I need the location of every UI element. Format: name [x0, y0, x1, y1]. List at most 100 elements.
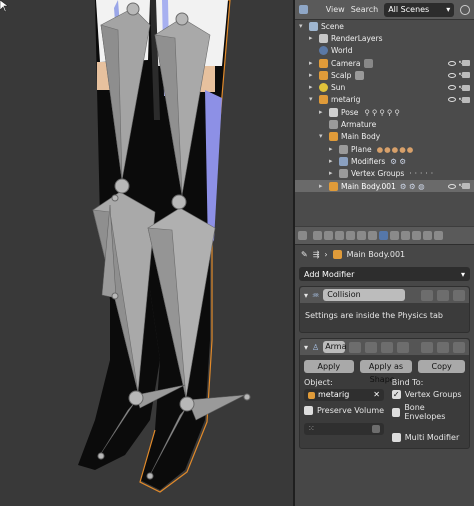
tree-row-scalp[interactable]: ▸ Scalp ↖	[295, 69, 474, 81]
visibility-eye-icon[interactable]	[448, 60, 456, 66]
data-tab-icon[interactable]	[390, 231, 399, 240]
visibility-eye-icon[interactable]	[448, 97, 456, 103]
render-tab-icon[interactable]	[313, 231, 322, 240]
tree-row-vertex-groups[interactable]: ▸ Vertex Groups ·····	[295, 168, 474, 180]
tree-row-modifiers[interactable]: ▸ Modifiers ⚙ ⚙	[295, 155, 474, 167]
armature-name-field[interactable]: Arma	[323, 341, 347, 353]
search-icon[interactable]	[460, 4, 470, 15]
move-down-icon[interactable]	[437, 289, 449, 301]
remove-icon[interactable]	[453, 289, 465, 301]
tree-row-metarig[interactable]: ▾ metarig ↖	[295, 94, 474, 106]
remove-icon[interactable]	[453, 341, 465, 353]
multi-modifier-checkbox[interactable]	[391, 433, 401, 442]
blender-window: View Search All Scenes ▾ ▾ Scene ▸ Rende…	[0, 0, 474, 506]
multi-modifier-row[interactable]: Multi Modifier	[391, 433, 465, 442]
collapse-icon[interactable]: ▾	[299, 22, 306, 30]
collision-icon: ♒	[312, 290, 320, 300]
tree-row-sun[interactable]: ▸ Sun ↖	[295, 81, 474, 93]
render-camera-icon[interactable]	[462, 60, 470, 67]
collapse-icon[interactable]: ▾	[304, 291, 308, 300]
modifier-stack-icons: ⚙ ⚙ ◍	[399, 181, 425, 191]
copy-button[interactable]: Copy	[418, 360, 465, 373]
editor-type-icon[interactable]	[299, 5, 308, 14]
apply-button[interactable]: Apply	[304, 360, 354, 373]
scene-filter-dropdown[interactable]: All Scenes ▾	[384, 2, 455, 17]
collision-panel-header[interactable]: ▾ ♒ Collision	[300, 287, 469, 303]
scene-tab-icon[interactable]	[335, 231, 344, 240]
visibility-eye-icon[interactable]	[448, 85, 456, 91]
collision-modifier-panel: ▾ ♒ Collision Settings are inside the Ph…	[299, 286, 470, 333]
pin-icon[interactable]: ✎	[301, 250, 308, 259]
tree-label: Modifiers	[351, 156, 386, 166]
menu-search[interactable]: Search	[351, 5, 378, 14]
tree-row-pose[interactable]: ▸ Pose ⚲⚲⚲⚲⚲	[295, 106, 474, 118]
world-tab-icon[interactable]	[346, 231, 355, 240]
armature-name: Arma	[325, 342, 347, 351]
physics-tab-icon[interactable]	[434, 231, 443, 240]
expand-icon[interactable]: ▸	[329, 157, 336, 165]
clear-icon[interactable]: ✕	[373, 389, 380, 401]
collapse-icon[interactable]: ▾	[319, 133, 326, 140]
tree-label: World	[331, 46, 353, 56]
render-layers-tab-icon[interactable]	[324, 231, 333, 240]
object-tab-icon[interactable]	[357, 231, 366, 240]
armature-panel-header[interactable]: ▾ ♙ Arma	[300, 339, 469, 355]
apply-as-shape-button[interactable]: Apply as Shape...	[359, 360, 413, 384]
vertex-group-field[interactable]: ⁙	[304, 423, 384, 435]
expand-icon[interactable]: ▸	[329, 170, 336, 177]
bone-envelopes-checkbox[interactable]	[391, 407, 401, 417]
tree-row-main-body-001[interactable]: ▸ Main Body.001 ⚙ ⚙ ◍ ↖	[295, 179, 474, 193]
expand-icon[interactable]: ▸	[319, 182, 326, 190]
preserve-volume-row[interactable]: Preserve Volume	[304, 406, 386, 415]
expand-icon[interactable]: ▸	[329, 145, 336, 153]
material-tab-icon[interactable]	[401, 231, 410, 240]
invert-toggle-icon[interactable]	[372, 425, 380, 433]
editor-type-icon[interactable]	[298, 231, 307, 240]
tree-row-plane[interactable]: ▸ Plane ●●●●●	[295, 143, 474, 155]
collapse-icon[interactable]: ▾	[304, 343, 308, 352]
particles-tab-icon[interactable]	[423, 231, 432, 240]
tree-row-armature[interactable]: Armature	[295, 118, 474, 130]
menu-view[interactable]: View	[326, 5, 345, 14]
tree-row-main-body[interactable]: ▾ Main Body	[295, 131, 474, 143]
object-field[interactable]: metarig ✕	[304, 389, 384, 401]
vertex-groups-icon	[339, 169, 348, 179]
add-modifier-dropdown[interactable]: Add Modifier ▾	[299, 267, 470, 281]
move-down-icon[interactable]	[437, 341, 449, 353]
tree-row-world[interactable]: World	[295, 45, 474, 57]
vertex-groups-row[interactable]: ✓ Vertex Groups	[391, 390, 465, 399]
expand-icon[interactable]: ▸	[309, 71, 316, 79]
render-camera-icon[interactable]	[462, 183, 470, 189]
expand-icon[interactable]: ▸	[309, 34, 316, 42]
render-camera-icon[interactable]	[462, 84, 470, 91]
visibility-eye-icon[interactable]	[448, 183, 456, 189]
preserve-volume-checkbox[interactable]	[304, 406, 313, 415]
group-dots-icons: ·····	[409, 169, 437, 179]
cage-toggle-icon[interactable]	[397, 341, 410, 353]
bone-envelopes-row[interactable]: Bone Envelopes	[391, 403, 465, 421]
expand-icon[interactable]: ▸	[309, 84, 316, 91]
modifiers-tab-icon[interactable]	[379, 231, 388, 240]
viewport-toggle-icon[interactable]	[365, 341, 378, 353]
tree-row-camera[interactable]: ▸ Camera ↖	[295, 57, 474, 69]
move-up-icon[interactable]	[421, 289, 433, 301]
constraints-tab-icon[interactable]	[368, 231, 377, 240]
tree-label: Plane	[351, 144, 372, 154]
render-toggle-icon[interactable]	[381, 341, 394, 353]
visibility-eye-icon[interactable]	[448, 72, 456, 78]
render-camera-icon[interactable]	[462, 96, 470, 103]
editmode-toggle-icon[interactable]	[349, 341, 362, 353]
collapse-icon[interactable]: ▾	[309, 96, 316, 103]
collision-name-field[interactable]: Collision	[323, 289, 406, 301]
3d-viewport[interactable]	[0, 0, 293, 506]
expand-icon[interactable]: ▸	[309, 59, 316, 67]
tree-label: metarig	[331, 95, 361, 105]
tree-row-renderlayers[interactable]: ▸ RenderLayers	[295, 32, 474, 44]
texture-tab-icon[interactable]	[412, 231, 421, 240]
render-camera-icon[interactable]	[462, 72, 470, 79]
tree-row-scene[interactable]: ▾ Scene	[295, 20, 474, 32]
breadcrumb-object: Main Body.001	[346, 249, 406, 259]
expand-icon[interactable]: ▸	[319, 108, 326, 116]
move-up-icon[interactable]	[421, 341, 433, 353]
vertex-groups-checkbox[interactable]: ✓	[391, 390, 401, 399]
